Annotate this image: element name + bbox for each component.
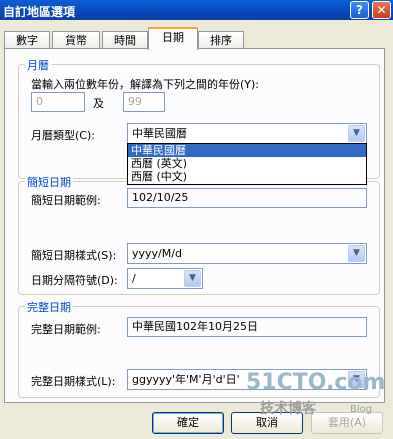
calendar-group-title: 月曆 bbox=[25, 57, 51, 73]
short-date-sample-label: 簡短日期範例: bbox=[31, 194, 101, 207]
date-separator-value: / bbox=[132, 272, 136, 285]
help-button[interactable]: ? bbox=[350, 1, 369, 19]
watermark-site: 51CTO.com bbox=[246, 370, 386, 395]
short-date-group-title: 簡短日期 bbox=[25, 174, 73, 190]
short-date-style-combo[interactable]: yyyy/M/d ▼ bbox=[127, 243, 367, 264]
calendar-option-roc[interactable]: 中華民國曆 bbox=[128, 144, 366, 157]
short-date-sample-value: 102/10/25 bbox=[127, 188, 367, 208]
short-date-group: 簡短日期 簡短日期範例: 102/10/25 簡短日期樣式(S): yyyy/M… bbox=[18, 174, 380, 295]
tab-currency[interactable]: 貨幣 bbox=[52, 31, 100, 49]
chevron-down-icon[interactable]: ▼ bbox=[184, 270, 201, 287]
tab-panel: 月曆 當輸入兩位數年份，解譯為下列之間的年份(Y): 0 及 99 月曆類型(C… bbox=[4, 48, 385, 403]
long-date-group-title: 完整日期 bbox=[25, 299, 73, 315]
long-date-sample-label: 完整日期範例: bbox=[31, 323, 101, 336]
dialog-window: 自訂地區選項 ? ✕ 數字 貨幣 時間 日期 排序 月曆 當輸入兩位數年份，解譯… bbox=[0, 0, 393, 439]
apply-button[interactable]: 套用(A) bbox=[311, 412, 383, 434]
calendar-group: 月曆 當輸入兩位數年份，解譯為下列之間的年份(Y): 0 及 99 月曆類型(C… bbox=[18, 57, 380, 185]
watermark-blog-cn: 技术博客 bbox=[260, 401, 316, 417]
chevron-down-icon[interactable]: ▼ bbox=[348, 125, 365, 142]
date-separator-combo[interactable]: / ▼ bbox=[127, 268, 203, 289]
window-title: 自訂地區選項 bbox=[3, 5, 76, 19]
watermark-blog-en: Blog bbox=[350, 404, 373, 415]
long-date-style-label: 完整日期樣式(L): bbox=[31, 375, 116, 388]
calendar-type-list: 中華民國曆 西曆 (英文) 西曆 (中文) bbox=[127, 143, 367, 185]
from-year-field: 0 bbox=[31, 92, 85, 112]
tab-date[interactable]: 日期 bbox=[148, 27, 198, 50]
tab-sorting[interactable]: 排序 bbox=[198, 31, 244, 49]
date-separator-label: 日期分隔符號(D): bbox=[31, 274, 118, 287]
calendar-type-value: 中華民國曆 bbox=[132, 127, 187, 140]
long-date-sample-value: 中華民國102年10月25日 bbox=[127, 317, 367, 337]
and-label: 及 bbox=[93, 97, 104, 110]
calendar-type-select[interactable]: 中華民國曆 ▼ bbox=[127, 123, 367, 144]
calendar-type-label: 月曆類型(C): bbox=[31, 129, 95, 142]
short-date-style-value: yyyy/M/d bbox=[132, 247, 182, 260]
tab-numbers[interactable]: 數字 bbox=[4, 31, 50, 49]
calendar-option-gregorian-en[interactable]: 西曆 (英文) bbox=[128, 157, 366, 170]
to-year-field: 99 bbox=[123, 92, 165, 112]
short-date-style-label: 簡短日期樣式(S): bbox=[31, 249, 117, 262]
year-range-label: 當輸入兩位數年份，解譯為下列之間的年份(Y): bbox=[31, 78, 260, 91]
close-button[interactable]: ✕ bbox=[372, 1, 391, 19]
chevron-down-icon[interactable]: ▼ bbox=[348, 245, 365, 262]
ok-button[interactable]: 確定 bbox=[152, 412, 224, 434]
tab-time[interactable]: 時間 bbox=[102, 31, 148, 49]
calendar-option-gregorian-zh[interactable]: 西曆 (中文) bbox=[128, 170, 366, 183]
title-bar: 自訂地區選項 ? ✕ bbox=[0, 0, 393, 20]
long-date-style-value: ggyyyy'年'M'月'd'日' bbox=[132, 373, 240, 386]
